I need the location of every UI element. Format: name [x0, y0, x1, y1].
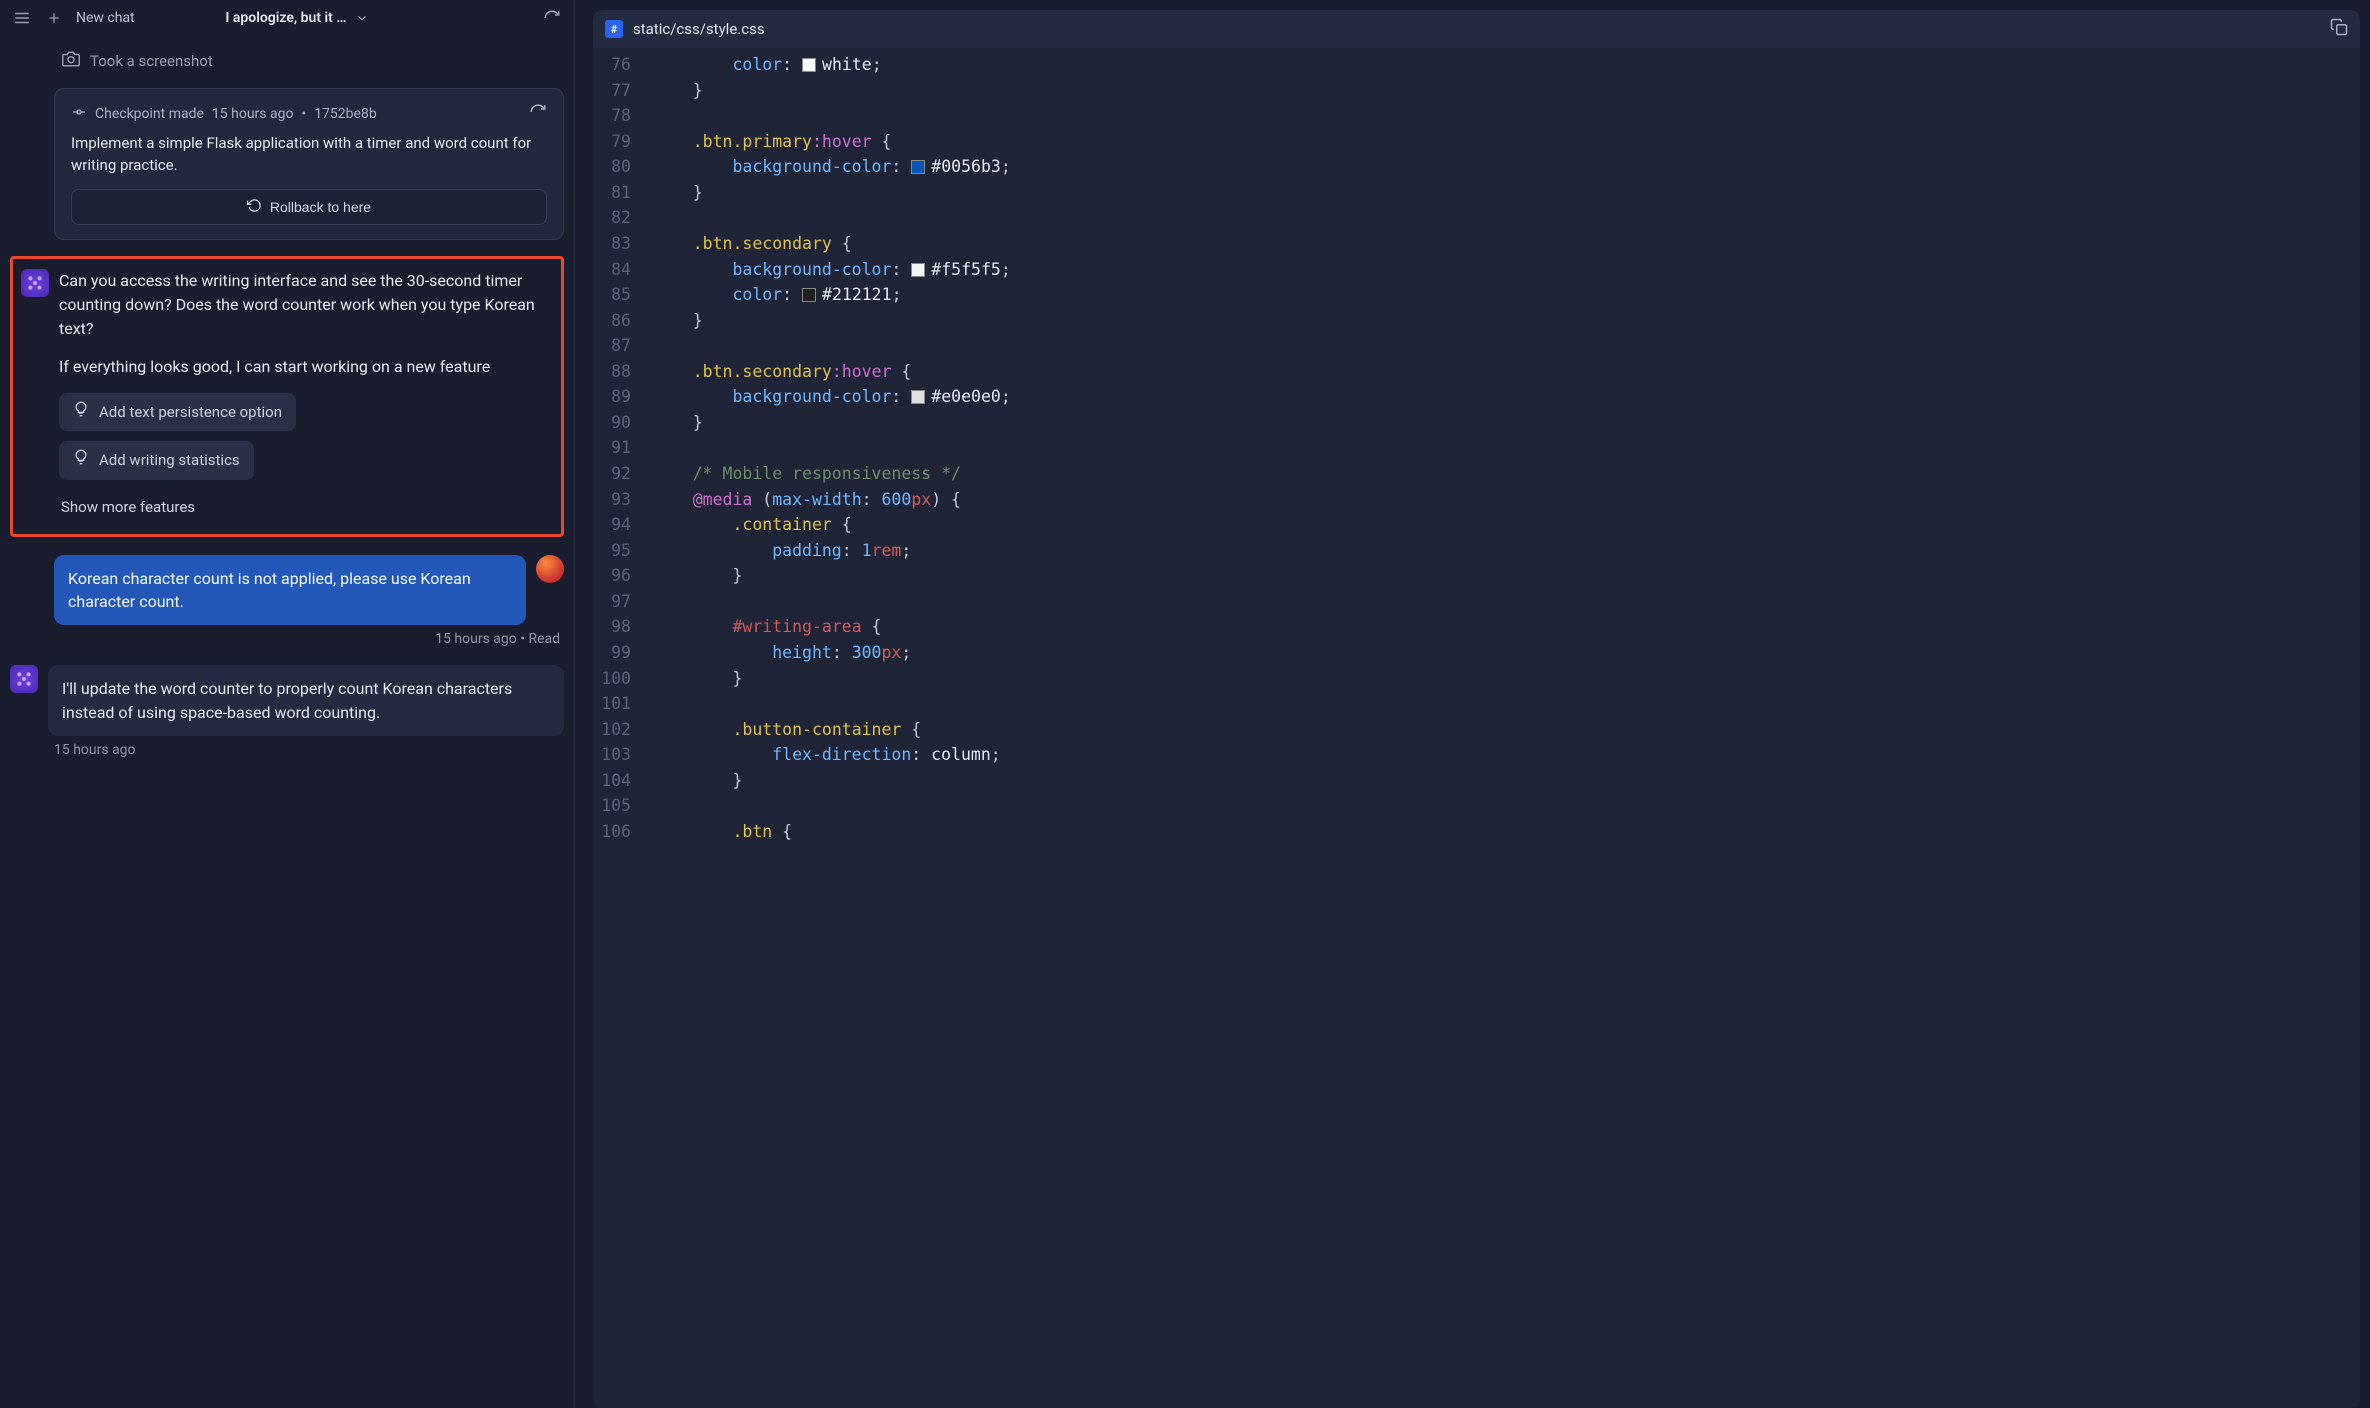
user-message-meta: 15 hours ago • Read [54, 625, 564, 647]
editor-tab-bar: # static/css/style.css [593, 10, 2360, 48]
chat-header: New chat I apologize, but it … [0, 0, 574, 36]
user-avatar [536, 555, 564, 583]
lightbulb-icon [73, 449, 89, 472]
checkpoint-age: 15 hours ago [212, 106, 294, 122]
code-line[interactable]: 104 } [593, 768, 2360, 794]
commit-icon [71, 104, 87, 124]
refresh-icon[interactable] [542, 8, 562, 28]
code-line[interactable]: 103 flex-direction: column; [593, 742, 2360, 768]
code-line[interactable]: 77 } [593, 78, 2360, 104]
screenshot-label: Took a screenshot [90, 52, 213, 70]
editor-tab[interactable]: # static/css/style.css [605, 20, 765, 38]
chat-title[interactable]: I apologize, but it … [225, 10, 346, 26]
user-message-row: Korean character count is not applied, p… [10, 555, 564, 625]
checkpoint-hash: 1752be8b [314, 106, 377, 122]
code-line[interactable]: 99 height: 300px; [593, 640, 2360, 666]
code-line[interactable]: 82 [593, 205, 2360, 231]
code-line[interactable]: 98 #writing-area { [593, 614, 2360, 640]
code-line[interactable]: 96 } [593, 563, 2360, 589]
rollback-button[interactable]: Rollback to here [71, 189, 547, 225]
show-more-features[interactable]: Show more features [59, 490, 553, 525]
code-line[interactable]: 81 } [593, 180, 2360, 206]
copy-icon[interactable] [2330, 18, 2348, 40]
suggestion-label: Add writing statistics [99, 449, 240, 472]
lightbulb-icon [73, 401, 89, 424]
code-line[interactable]: 91 [593, 435, 2360, 461]
assistant-text-1: Can you access the writing interface and… [59, 269, 553, 341]
suggestion-persistence[interactable]: Add text persistence option [59, 393, 296, 432]
code-line[interactable]: 95 padding: 1rem; [593, 538, 2360, 564]
checkpoint-card: Checkpoint made 15 hours ago • 1752be8b … [54, 88, 564, 240]
checkpoint-refresh-icon[interactable] [529, 103, 547, 125]
code-line[interactable]: 86 } [593, 308, 2360, 334]
code-area[interactable]: 76 color: white;77 }7879 .btn.primary:ho… [593, 48, 2360, 1408]
chevron-down-icon[interactable] [352, 8, 372, 28]
chat-panel: New chat I apologize, but it … Took a sc… [0, 0, 575, 1408]
code-line[interactable]: 102 .button-container { [593, 717, 2360, 743]
code-line[interactable]: 92 /* Mobile responsiveness */ [593, 461, 2360, 487]
code-line[interactable]: 87 [593, 333, 2360, 359]
code-line[interactable]: 89 background-color: #e0e0e0; [593, 384, 2360, 410]
editor-panel: # static/css/style.css 76 color: white;7… [575, 0, 2370, 1408]
code-line[interactable]: 101 [593, 691, 2360, 717]
code-line[interactable]: 80 background-color: #0056b3; [593, 154, 2360, 180]
rollback-label: Rollback to here [270, 199, 371, 215]
code-line[interactable]: 93 @media (max-width: 600px) { [593, 487, 2360, 513]
new-chat-button[interactable]: New chat [76, 10, 135, 26]
code-line[interactable]: 106 .btn { [593, 819, 2360, 845]
code-line[interactable]: 94 .container { [593, 512, 2360, 538]
assistant-avatar [10, 665, 38, 693]
assistant-message-highlighted: Can you access the writing interface and… [10, 256, 564, 538]
assistant-text: I'll update the word counter to properly… [48, 665, 564, 735]
css-file-icon: # [605, 20, 623, 38]
assistant-message: I'll update the word counter to properly… [10, 665, 564, 735]
assistant-avatar [21, 269, 49, 297]
suggestion-label: Add text persistence option [99, 401, 282, 424]
code-line[interactable]: 84 background-color: #f5f5f5; [593, 257, 2360, 283]
code-line[interactable]: 76 color: white; [593, 52, 2360, 78]
user-message: Korean character count is not applied, p… [54, 555, 526, 625]
code-line[interactable]: 100 } [593, 666, 2360, 692]
editor-filename: static/css/style.css [633, 20, 765, 38]
undo-icon [247, 198, 262, 216]
checkpoint-label: Checkpoint made [95, 106, 204, 122]
code-line[interactable]: 85 color: #212121; [593, 282, 2360, 308]
assistant-text-2: If everything looks good, I can start wo… [59, 355, 553, 379]
code-line[interactable]: 105 [593, 793, 2360, 819]
camera-icon [62, 50, 80, 72]
suggestion-statistics[interactable]: Add writing statistics [59, 441, 254, 480]
plus-icon[interactable] [44, 8, 64, 28]
code-line[interactable]: 88 .btn.secondary:hover { [593, 359, 2360, 385]
assistant-message-time: 15 hours ago [54, 736, 564, 758]
code-line[interactable]: 90 } [593, 410, 2360, 436]
code-line[interactable]: 78 [593, 103, 2360, 129]
code-line[interactable]: 79 .btn.primary:hover { [593, 129, 2360, 155]
code-line[interactable]: 83 .btn.secondary { [593, 231, 2360, 257]
checkpoint-description: Implement a simple Flask application wit… [71, 133, 547, 177]
menu-icon[interactable] [12, 8, 32, 28]
chat-scroll[interactable]: Took a screenshot Checkpoint made 15 hou… [0, 36, 574, 1408]
code-line[interactable]: 97 [593, 589, 2360, 615]
screenshot-event: Took a screenshot [54, 44, 564, 78]
